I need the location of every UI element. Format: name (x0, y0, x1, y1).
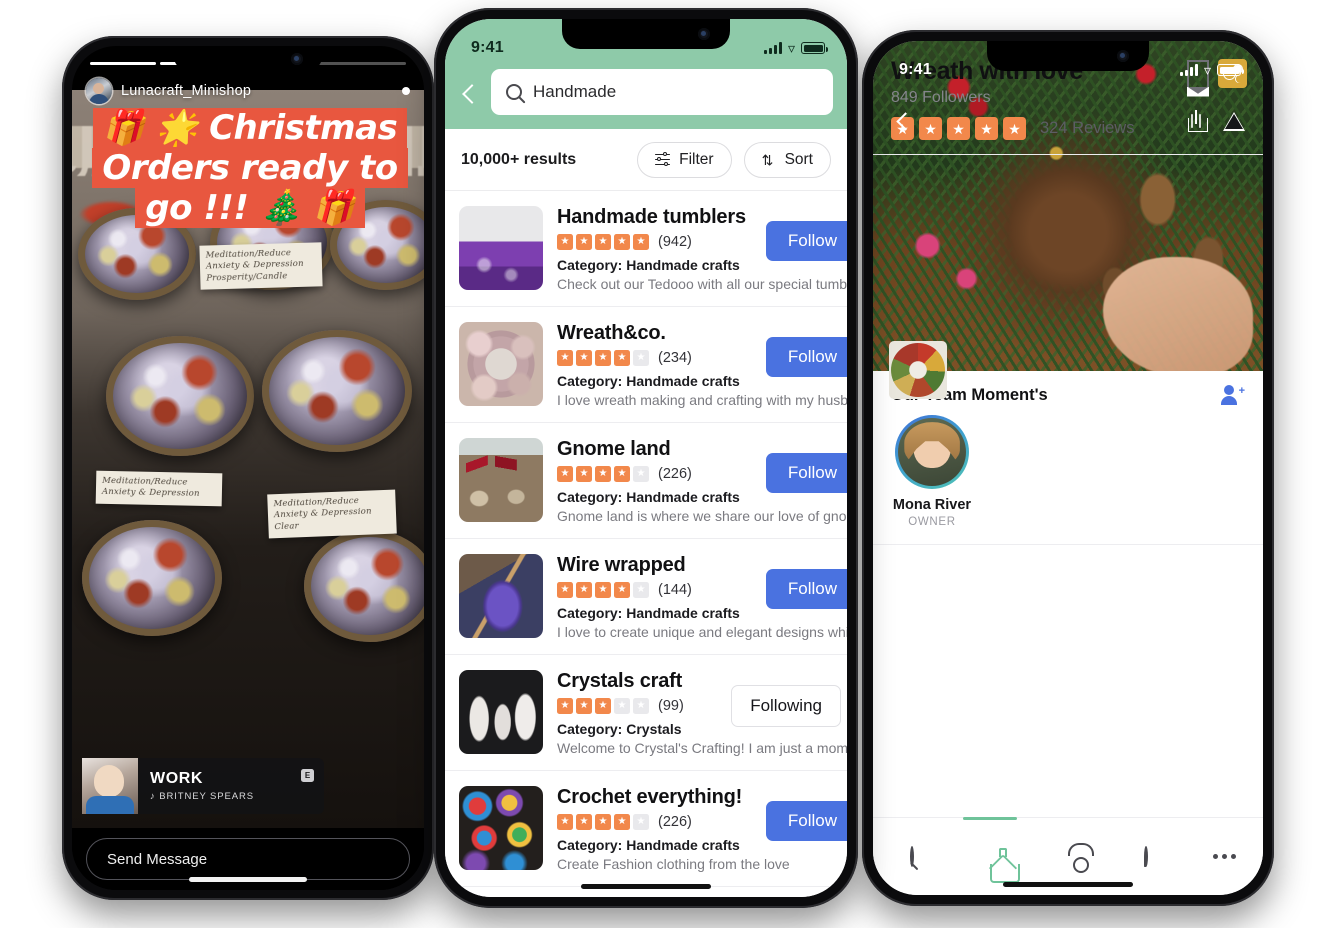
filter-label: Filter (679, 150, 714, 168)
front-camera-icon (1117, 50, 1129, 62)
phone-bezel (862, 30, 1274, 906)
front-camera-icon (291, 53, 303, 65)
status-time: 9:41 (471, 39, 504, 56)
status-icons: ▿ (1179, 62, 1244, 78)
album-art (82, 758, 138, 814)
filter-icon (655, 151, 671, 166)
battery-icon (801, 42, 828, 54)
story-author-row[interactable]: Lunacraft_Minishop (86, 76, 410, 106)
wifi-icon: ▿ (787, 40, 795, 56)
notch (562, 19, 730, 49)
cellular-icon (763, 42, 782, 54)
sticker-line: Orders ready to (92, 148, 408, 189)
music-artist: ♪ BRITNEY SPEARS (150, 791, 254, 802)
notch (173, 46, 323, 72)
cover-actions (1187, 110, 1245, 132)
phone-left-story: Lunacraft_Minishop Meditation/Reduce Anx… (62, 36, 434, 900)
status-icons: ▿ (763, 40, 828, 56)
phone-right-profile: 9:41 ▿ Our Team Moment's + Mona River OW… (862, 30, 1274, 906)
three-phone-mockup: Lunacraft_Minishop Meditation/Reduce Anx… (0, 0, 1320, 928)
send-message-input[interactable]: Send Message (86, 838, 410, 880)
share-icon[interactable] (1187, 110, 1208, 132)
filter-button[interactable]: Filter (637, 141, 732, 178)
music-meta: WORK ♪ BRITNEY SPEARS E (138, 758, 324, 814)
notch (987, 41, 1149, 71)
search-icon (506, 84, 522, 100)
explicit-badge: E (301, 769, 314, 782)
wifi-icon: ▿ (1203, 62, 1211, 78)
story-progress-segment (90, 62, 157, 65)
avatar[interactable] (86, 78, 112, 104)
phone-middle-search: 9:41 ▿ Handmade 10,000+ results Filter ⇅… (434, 8, 858, 908)
story-text-sticker: 🎁 🌟 Christmas Orders ready to go !!! 🎄 🎁 (84, 108, 416, 229)
results-count: 10,000+ results (461, 150, 577, 168)
sort-button[interactable]: ⇅ Sort (743, 141, 831, 178)
battery-icon (1217, 64, 1244, 76)
status-time: 9:41 (899, 61, 932, 78)
story-menu-dot-icon[interactable] (402, 87, 410, 95)
back-button[interactable] (891, 108, 917, 134)
sort-icon: ⇅ (761, 151, 774, 168)
filter-bar: 10,000+ results Filter ⇅ Sort (445, 129, 847, 191)
music-title: WORK (150, 770, 204, 787)
music-attribution[interactable]: WORK ♪ BRITNEY SPEARS E (82, 758, 324, 814)
search-input[interactable]: Handmade (491, 69, 833, 115)
home-indicator (1003, 882, 1133, 887)
sticker-line: 🎁 🌟 Christmas (92, 108, 408, 149)
cellular-icon (1179, 64, 1198, 76)
sticker-line: go !!! 🎄 🎁 (135, 188, 365, 229)
warning-triangle-icon[interactable] (1223, 111, 1245, 131)
back-button[interactable] (455, 79, 485, 109)
sort-label: Sort (784, 150, 813, 168)
cover-toolbar (873, 101, 1263, 141)
search-value: Handmade (533, 82, 617, 101)
story-username: Lunacraft_Minishop (121, 83, 252, 99)
front-camera-icon (698, 28, 710, 40)
home-indicator (581, 884, 711, 889)
home-indicator (189, 877, 307, 882)
